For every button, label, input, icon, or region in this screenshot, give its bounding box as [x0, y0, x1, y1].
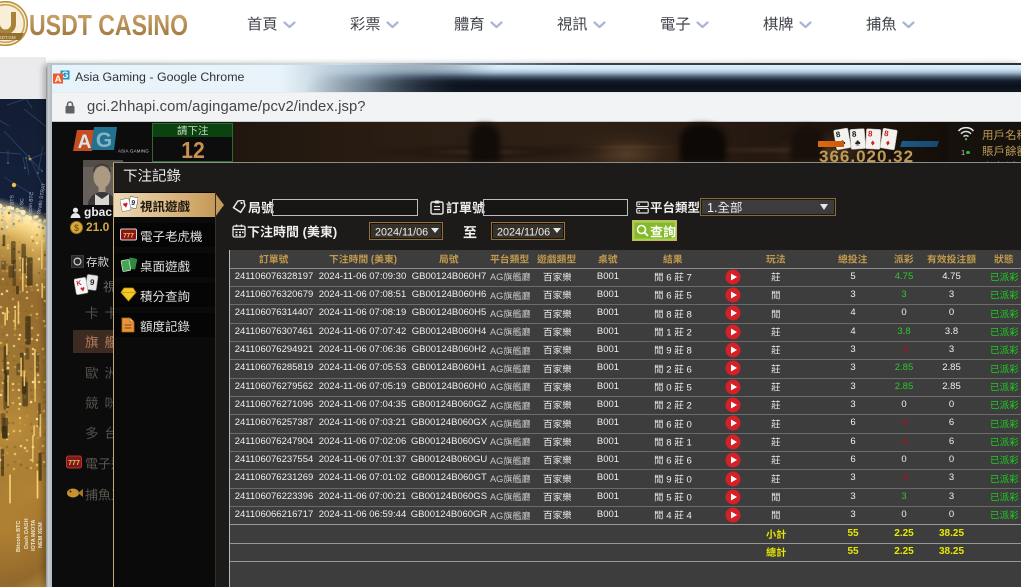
svg-text:2: 2	[666, 401, 671, 412]
svg-text:AG: AG	[490, 419, 503, 429]
svg-text:6: 6	[687, 456, 692, 467]
svg-text:2024/11/06: 2024/11/06	[375, 226, 428, 238]
svg-text:ASIA GAMING: ASIA GAMING	[118, 149, 149, 154]
svg-text:AG: AG	[490, 346, 503, 356]
svg-text:0: 0	[687, 474, 692, 485]
svg-text:777: 777	[68, 460, 80, 467]
svg-text:2: 2	[687, 401, 692, 412]
svg-text:AG: AG	[490, 474, 503, 484]
svg-text:G: G	[96, 129, 112, 152]
svg-text:AG: AG	[490, 364, 503, 374]
svg-text:2: 2	[687, 327, 692, 338]
svg-text:7: 7	[687, 272, 692, 283]
svg-text:9: 9	[666, 474, 671, 485]
svg-text:1.: 1.	[707, 201, 717, 215]
svg-text:2: 2	[666, 364, 671, 375]
svg-text:AG: AG	[490, 437, 503, 447]
svg-text:2024/11/06: 2024/11/06	[497, 226, 550, 238]
svg-text:5: 5	[687, 382, 692, 393]
svg-text:AG: AG	[490, 327, 503, 337]
svg-text:): )	[393, 255, 396, 266]
svg-text:777: 777	[123, 233, 134, 240]
svg-text:): )	[333, 225, 337, 239]
svg-text:8: 8	[666, 309, 671, 320]
svg-text:AG: AG	[490, 291, 503, 301]
svg-text:6: 6	[687, 364, 692, 375]
svg-text:0: 0	[687, 492, 692, 503]
svg-text:AG: AG	[490, 382, 503, 392]
svg-text:(: (	[303, 225, 308, 239]
svg-text:AG: AG	[490, 309, 503, 319]
svg-text:8: 8	[687, 346, 692, 357]
svg-text:8: 8	[666, 437, 671, 448]
svg-text:6: 6	[666, 291, 671, 302]
svg-text:AG: AG	[490, 272, 503, 282]
svg-text:4: 4	[687, 511, 692, 522]
svg-text:A: A	[55, 74, 62, 84]
svg-text:6: 6	[666, 456, 671, 467]
svg-text:1: 1	[687, 437, 692, 448]
svg-text:USDT.GM: USDT.GM	[0, 35, 16, 40]
svg-text:6: 6	[666, 419, 671, 430]
svg-text:6: 6	[666, 272, 671, 283]
svg-text:0: 0	[687, 419, 692, 430]
svg-text:$: $	[74, 223, 79, 233]
svg-text:AG: AG	[490, 401, 503, 411]
svg-text:9: 9	[666, 346, 671, 357]
svg-text:4: 4	[666, 511, 672, 522]
svg-text:5: 5	[687, 291, 692, 302]
svg-text:8: 8	[687, 309, 692, 320]
svg-text:AG: AG	[490, 492, 503, 502]
svg-text:5: 5	[666, 492, 671, 503]
svg-text:(: (	[370, 255, 374, 266]
svg-text:A: A	[78, 132, 92, 153]
svg-text:AG: AG	[490, 456, 503, 466]
svg-text:1: 1	[666, 327, 671, 338]
svg-text:0: 0	[666, 382, 671, 393]
svg-text:AG: AG	[490, 511, 503, 521]
